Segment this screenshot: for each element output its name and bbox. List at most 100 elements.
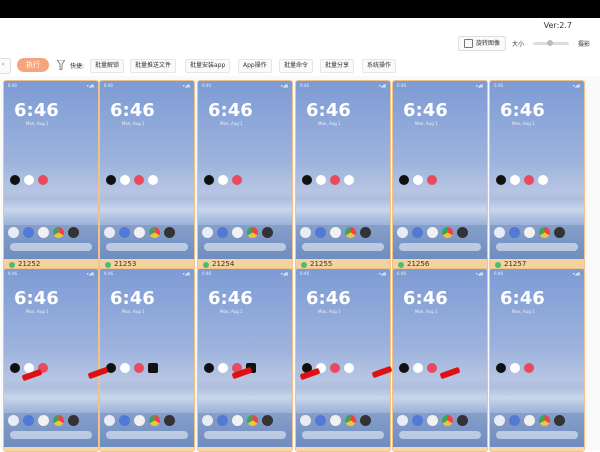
- play-store-icon[interactable]: [524, 415, 535, 426]
- app-icon[interactable]: [524, 363, 534, 373]
- play-store-icon[interactable]: [232, 415, 243, 426]
- size-slider-knob[interactable]: [547, 40, 553, 46]
- system-operation-button[interactable]: 系统操作: [362, 59, 397, 73]
- app-icon[interactable]: [38, 175, 48, 185]
- device-card[interactable]: 6:46 ▾◢▮ 6:46 Mon, Aug 1: [392, 268, 488, 452]
- device-screen[interactable]: 6:46 ▾◢▮ 6:46 Mon, Aug 1: [393, 269, 487, 447]
- batch-share-button[interactable]: 批量分享: [320, 59, 355, 73]
- search-bar[interactable]: [106, 243, 188, 251]
- device-screen[interactable]: 6:46 ▾◢▮ 6:46 Mon, Aug 1: [198, 81, 292, 259]
- tiktok-icon[interactable]: [10, 363, 20, 373]
- device-card[interactable]: 6:46 ▾◢▮ 6:46 Mon, Aug 1 21254: [197, 80, 293, 272]
- device-screen[interactable]: 6:46 ▾◢▮ 6:46 Mon, Aug 1: [296, 81, 390, 259]
- camera-icon[interactable]: [164, 415, 175, 426]
- search-bar[interactable]: [10, 243, 92, 251]
- play-store-icon[interactable]: [524, 227, 535, 238]
- messages-icon[interactable]: [315, 227, 326, 238]
- play-store-icon[interactable]: [134, 415, 145, 426]
- camera-icon[interactable]: [554, 227, 565, 238]
- messages-icon[interactable]: [23, 415, 34, 426]
- search-bar[interactable]: [496, 431, 578, 439]
- camera-icon[interactable]: [262, 415, 273, 426]
- play-store-icon[interactable]: [427, 227, 438, 238]
- chrome-icon[interactable]: [442, 415, 453, 426]
- search-bar[interactable]: [10, 431, 92, 439]
- device-card[interactable]: 6:46 ▾◢▮ 6:46 Mon, Aug 1 21252: [3, 80, 99, 272]
- tiktok-icon[interactable]: [106, 175, 116, 185]
- play-store-icon[interactable]: [427, 415, 438, 426]
- search-bar[interactable]: [496, 243, 578, 251]
- batch-install-app-button[interactable]: 批量安装app: [185, 59, 231, 73]
- edge-icon[interactable]: [344, 175, 354, 185]
- gmail-icon[interactable]: [120, 175, 130, 185]
- gmail-icon[interactable]: [120, 363, 130, 373]
- device-screen[interactable]: 6:46 ▾◢▮ 6:46 Mon, Aug 1: [393, 81, 487, 259]
- messages-icon[interactable]: [412, 415, 423, 426]
- phone-icon[interactable]: [8, 415, 19, 426]
- chrome-icon[interactable]: [539, 227, 550, 238]
- gmail-icon[interactable]: [510, 363, 520, 373]
- chrome-icon[interactable]: [53, 227, 64, 238]
- device-card[interactable]: 6:46 ▾◢▮ 6:46 Mon, Aug 1: [99, 268, 195, 452]
- device-screen[interactable]: 6:46 ▾◢▮ 6:46 Mon, Aug 1: [100, 81, 194, 259]
- search-bar[interactable]: [204, 243, 286, 251]
- camera-icon[interactable]: [554, 415, 565, 426]
- chrome-icon[interactable]: [345, 227, 356, 238]
- app-icon[interactable]: [427, 363, 437, 373]
- device-card[interactable]: 6:46 ▾◢▮ 6:46 Mon, Aug 1: [3, 268, 99, 452]
- app-icon[interactable]: [134, 363, 144, 373]
- app-operation-button[interactable]: App操作: [238, 59, 272, 73]
- chrome-icon[interactable]: [149, 227, 160, 238]
- messages-icon[interactable]: [315, 415, 326, 426]
- app-icon[interactable]: [232, 175, 242, 185]
- messages-icon[interactable]: [119, 415, 130, 426]
- gmail-icon[interactable]: [413, 363, 423, 373]
- gmail-icon[interactable]: [24, 175, 34, 185]
- phone-icon[interactable]: [202, 415, 213, 426]
- app-icon[interactable]: [330, 175, 340, 185]
- messages-icon[interactable]: [217, 227, 228, 238]
- phone-icon[interactable]: [494, 227, 505, 238]
- play-store-icon[interactable]: [134, 227, 145, 238]
- execute-button[interactable]: 执行: [17, 58, 49, 72]
- phone-icon[interactable]: [8, 227, 19, 238]
- chrome-icon[interactable]: [149, 415, 160, 426]
- play-store-icon[interactable]: [330, 227, 341, 238]
- device-card[interactable]: 6:46 ▾◢▮ 6:46 Mon, Aug 1 21257: [489, 80, 585, 272]
- edge-icon[interactable]: [344, 363, 354, 373]
- device-card[interactable]: 6:46 ▾◢▮ 6:46 Mon, Aug 1: [295, 268, 391, 452]
- search-bar[interactable]: [302, 243, 384, 251]
- play-store-icon[interactable]: [38, 227, 49, 238]
- device-screen[interactable]: 6:46 ▾◢▮ 6:46 Mon, Aug 1: [4, 269, 98, 447]
- messages-icon[interactable]: [412, 227, 423, 238]
- search-bar[interactable]: [302, 431, 384, 439]
- camera-icon[interactable]: [457, 415, 468, 426]
- camera-icon[interactable]: [360, 415, 371, 426]
- device-card[interactable]: 6:46 ▾◢▮ 6:46 Mon, Aug 1 21256: [392, 80, 488, 272]
- chrome-icon[interactable]: [539, 415, 550, 426]
- batch-command-button[interactable]: 批量命令: [279, 59, 314, 73]
- edge-icon[interactable]: [538, 175, 548, 185]
- phone-icon[interactable]: [104, 227, 115, 238]
- chrome-icon[interactable]: [442, 227, 453, 238]
- tiktok-icon[interactable]: [204, 175, 214, 185]
- messages-icon[interactable]: [217, 415, 228, 426]
- messages-icon[interactable]: [509, 415, 520, 426]
- camera-icon[interactable]: [68, 227, 79, 238]
- tiktok-icon[interactable]: [496, 175, 506, 185]
- device-screen[interactable]: 6:46 ▾◢▮ 6:46 Mon, Aug 1: [198, 269, 292, 447]
- camera-icon[interactable]: [164, 227, 175, 238]
- gmail-icon[interactable]: [413, 175, 423, 185]
- chrome-icon[interactable]: [53, 415, 64, 426]
- device-screen[interactable]: 6:46 ▾◢▮ 6:46 Mon, Aug 1: [296, 269, 390, 447]
- device-card[interactable]: 6:46 ▾◢▮ 6:46 Mon, Aug 1 21255: [295, 80, 391, 272]
- messages-icon[interactable]: [119, 227, 130, 238]
- batch-unlock-button[interactable]: 批量解锁: [90, 59, 125, 73]
- tiktok-icon[interactable]: [204, 363, 214, 373]
- phone-icon[interactable]: [104, 415, 115, 426]
- device-screen[interactable]: 6:46 ▾◢▮ 6:46 Mon, Aug 1: [100, 269, 194, 447]
- phone-icon[interactable]: [397, 227, 408, 238]
- tiktok-icon[interactable]: [10, 175, 20, 185]
- device-card[interactable]: 6:46 ▾◢▮ 6:46 Mon, Aug 1 21253: [99, 80, 195, 272]
- app-icon[interactable]: [330, 363, 340, 373]
